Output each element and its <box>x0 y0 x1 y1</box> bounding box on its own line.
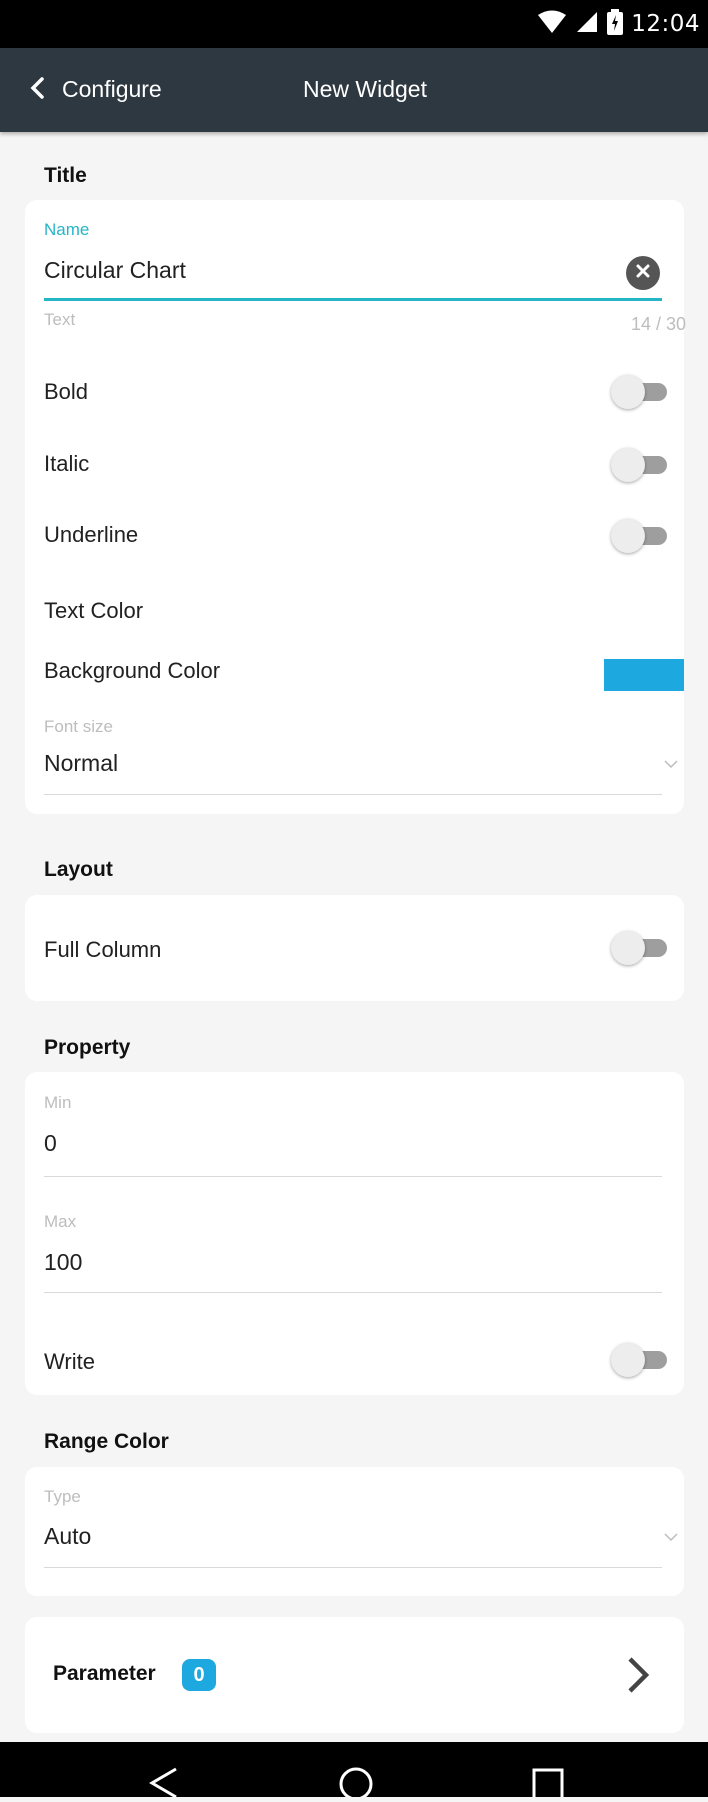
write-label: Write <box>44 1349 95 1374</box>
full-column-toggle[interactable] <box>611 931 669 965</box>
chevron-left-icon <box>28 76 48 105</box>
underline-label: Underline <box>44 522 139 547</box>
bold-label: Bold <box>44 379 89 404</box>
close-icon <box>635 263 651 284</box>
type-select[interactable]: Auto <box>44 1523 91 1550</box>
back-button[interactable] <box>20 72 56 108</box>
section-header-property: Property <box>44 1036 131 1059</box>
battery-icon <box>607 8 624 40</box>
type-label: Type <box>44 1487 81 1506</box>
type-underline <box>44 1567 662 1568</box>
signal-icon <box>575 10 599 39</box>
back-label[interactable]: Configure <box>62 76 162 103</box>
section-header-layout: Layout <box>44 858 113 881</box>
min-field[interactable]: 0 <box>44 1130 57 1157</box>
background-color-swatch[interactable] <box>604 659 684 691</box>
min-underline <box>44 1176 662 1177</box>
name-field-helper: Text <box>44 310 76 329</box>
navigation-bar <box>0 1742 708 1802</box>
chevron-right-icon[interactable] <box>625 1655 651 1700</box>
name-field-underline <box>44 298 662 301</box>
clock: 12:04 <box>631 11 700 37</box>
bold-toggle[interactable] <box>611 375 669 409</box>
wifi-icon <box>537 10 567 39</box>
chevron-down-icon[interactable] <box>661 754 681 774</box>
font-size-select[interactable]: Normal <box>44 750 118 777</box>
background-color-label[interactable]: Background Color <box>44 658 220 684</box>
name-field[interactable]: Circular Chart <box>44 257 186 284</box>
layout-card: Full Column <box>25 895 684 1001</box>
font-size-label: Font size <box>44 717 113 736</box>
text-color-label[interactable]: Text Color <box>44 598 143 624</box>
section-header-range-color: Range Color <box>44 1430 169 1453</box>
status-bar: 12:04 <box>0 0 708 48</box>
write-toggle[interactable] <box>611 1343 669 1377</box>
title-card: Name Circular Chart Text Bold Italic Und… <box>25 200 684 814</box>
property-card: Min 0 Max 100 Write <box>25 1072 684 1395</box>
underline-toggle[interactable] <box>611 519 669 553</box>
clear-button[interactable] <box>626 256 660 290</box>
name-field-label: Name <box>44 220 90 239</box>
chevron-down-icon[interactable] <box>661 1527 681 1547</box>
page-title: New Widget <box>303 76 427 102</box>
app-bar: Configure New Widget <box>0 48 708 132</box>
italic-toggle[interactable] <box>611 448 669 482</box>
min-label: Min <box>44 1093 72 1112</box>
max-field[interactable]: 100 <box>44 1249 82 1276</box>
font-size-underline <box>44 794 662 795</box>
range-color-card: Type Auto <box>25 1467 684 1596</box>
max-underline <box>44 1292 662 1293</box>
italic-label: Italic <box>44 451 90 476</box>
parameter-label: Parameter <box>53 1662 156 1685</box>
parameter-count-badge: 0 <box>182 1659 216 1691</box>
parameter-row[interactable]: Parameter <box>25 1617 684 1733</box>
section-header-title: Title <box>44 164 87 187</box>
max-label: Max <box>44 1212 77 1231</box>
name-field-counter: 14 / 30 <box>630 314 686 334</box>
full-column-label: Full Column <box>44 937 162 962</box>
